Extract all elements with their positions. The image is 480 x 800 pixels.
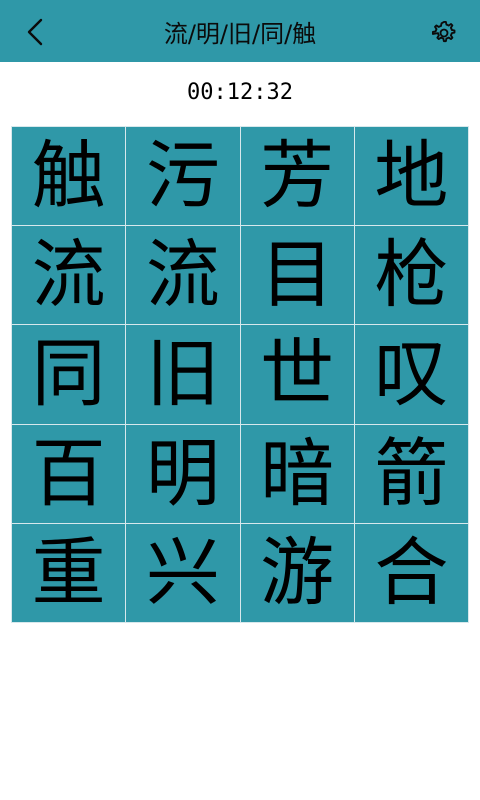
- page-title: 流/明/旧/同/触: [163, 19, 317, 48]
- back-chevron-icon: [27, 18, 43, 46]
- back-button[interactable]: [18, 15, 52, 49]
- grid-cell[interactable]: 流: [12, 226, 126, 325]
- grid-cell[interactable]: 游: [240, 523, 354, 622]
- grid-cell[interactable]: 合: [354, 523, 468, 622]
- grid-cell[interactable]: 世: [240, 325, 354, 424]
- gear-icon: [431, 20, 456, 43]
- grid-cell[interactable]: 同: [12, 325, 126, 424]
- elapsed-timer: 00:12:32: [187, 80, 293, 105]
- grid-cell[interactable]: 百: [12, 424, 126, 523]
- grid-cell[interactable]: 芳: [240, 127, 354, 226]
- grid-cell[interactable]: 叹: [354, 325, 468, 424]
- grid-cell[interactable]: 地: [354, 127, 468, 226]
- grid-cell[interactable]: 旧: [126, 325, 240, 424]
- grid-cell[interactable]: 枪: [354, 226, 468, 325]
- grid-cell[interactable]: 重: [12, 523, 126, 622]
- grid-cell[interactable]: 兴: [126, 523, 240, 622]
- app-header: 流/明/旧/同/触: [0, 0, 480, 62]
- settings-button[interactable]: [428, 17, 460, 49]
- grid-cell[interactable]: 箭: [354, 424, 468, 523]
- grid-cell[interactable]: 明: [126, 424, 240, 523]
- grid-cell[interactable]: 触: [12, 127, 126, 226]
- grid-cell[interactable]: 暗: [240, 424, 354, 523]
- character-grid: 触 污 芳 地 流 流 目 枪 同 旧 世 叹 百 明 暗 箭 重 兴 游 合: [11, 126, 469, 623]
- grid-cell[interactable]: 流: [126, 226, 240, 325]
- grid-cell[interactable]: 目: [240, 226, 354, 325]
- grid-cell[interactable]: 污: [126, 127, 240, 226]
